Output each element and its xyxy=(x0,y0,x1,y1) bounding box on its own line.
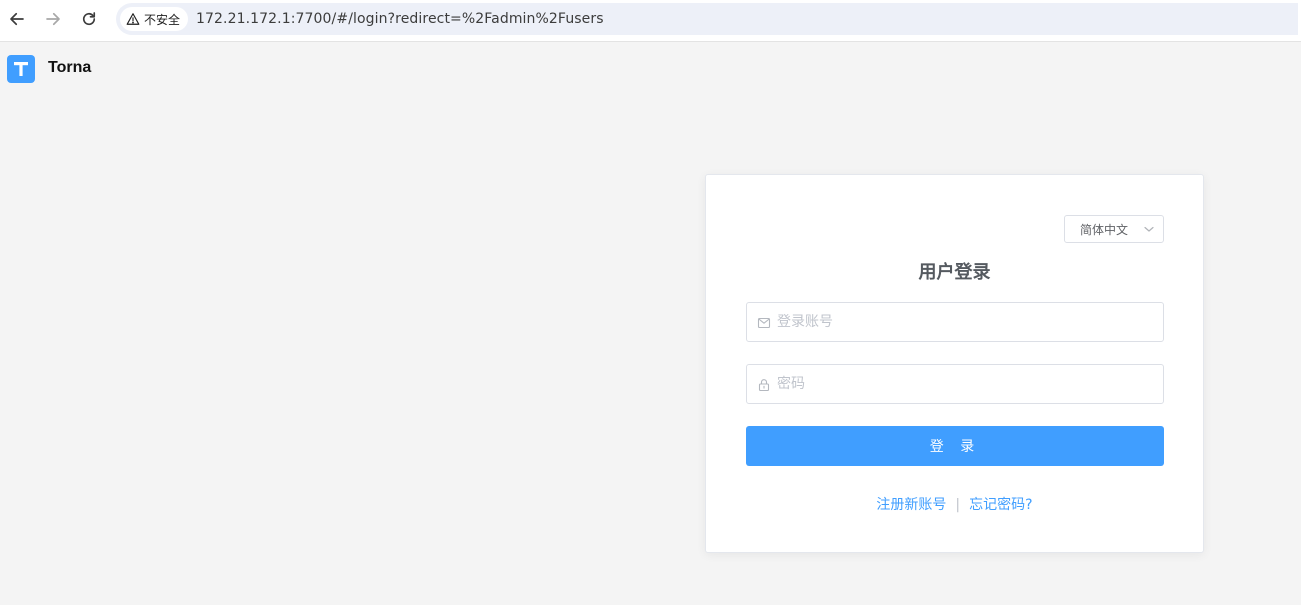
url-text[interactable]: 172.21.172.1:7700/#/login?redirect=%2Fad… xyxy=(196,3,604,35)
arrow-right-icon xyxy=(46,12,60,26)
password-field[interactable] xyxy=(746,364,1164,404)
app-logo xyxy=(7,55,35,83)
username-field[interactable] xyxy=(746,302,1164,342)
lock-icon xyxy=(758,379,770,392)
login-title: 用户登录 xyxy=(918,262,991,283)
reload-icon xyxy=(82,12,96,26)
mail-icon xyxy=(757,317,771,329)
language-select[interactable]: 简体中文 xyxy=(1064,215,1164,243)
password-input[interactable] xyxy=(777,365,1157,403)
torna-logo-icon xyxy=(14,62,28,76)
link-separator: | xyxy=(955,497,961,513)
back-button[interactable] xyxy=(5,7,29,31)
arrow-left-icon xyxy=(10,12,24,26)
language-select-value: 简体中文 xyxy=(1080,222,1129,237)
security-label: 不安全 xyxy=(144,12,181,27)
forward-button[interactable] xyxy=(41,7,65,31)
username-input[interactable] xyxy=(777,303,1157,341)
chevron-down-icon xyxy=(1144,226,1154,232)
address-bar[interactable]: 不安全 172.21.172.1:7700/#/login?redirect=%… xyxy=(116,3,1298,35)
register-link[interactable]: 注册新账号 xyxy=(876,497,946,513)
warning-icon xyxy=(126,13,140,25)
auth-links: 注册新账号 | 忘记密码? xyxy=(706,495,1203,515)
forgot-password-link[interactable]: 忘记密码? xyxy=(969,497,1032,513)
reload-button[interactable] xyxy=(77,7,101,31)
app-name: Torna xyxy=(48,59,92,76)
browser-toolbar: 不安全 172.21.172.1:7700/#/login?redirect=%… xyxy=(0,0,1301,42)
login-button[interactable]: 登 录 xyxy=(746,426,1164,466)
security-indicator[interactable]: 不安全 xyxy=(120,7,189,31)
login-card: 简体中文 用户登录 登 录 注册新账号 | 忘记密码? xyxy=(705,174,1204,553)
